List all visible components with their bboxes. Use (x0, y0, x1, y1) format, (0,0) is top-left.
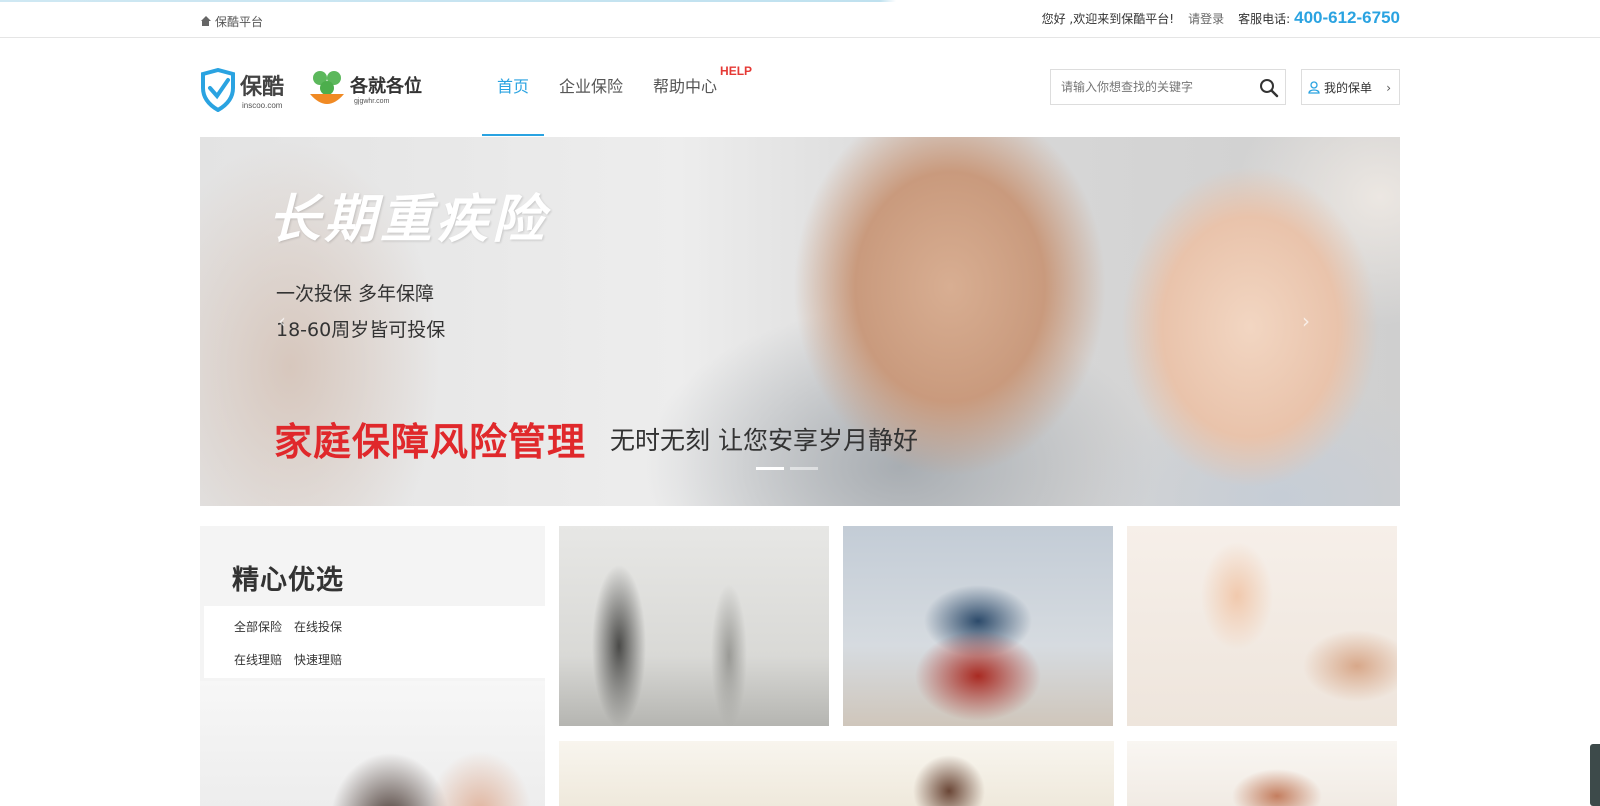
banner-title: 长期重疾险 (268, 189, 549, 250)
top-bar: 保酷平台 您好 ,欢迎来到保酷平台! 请登录 客服电话: 400-612-675… (0, 2, 1600, 38)
nav-home[interactable]: 首页 (482, 38, 545, 136)
search-box (1050, 69, 1286, 105)
my-policy-button[interactable]: 我的保单 › (1301, 69, 1400, 105)
temple-of-heaven-tile[interactable] (843, 526, 1113, 726)
father-baby-tile[interactable] (1127, 526, 1397, 726)
nav-home-label: 首页 (497, 77, 530, 96)
home-link[interactable]: 保酷平台 (200, 13, 263, 30)
inscoo-logo-text: 保酷 (239, 75, 284, 100)
inscoo-logo-domain: inscoo.com (242, 101, 283, 110)
nav-enterprise-insurance[interactable]: 企业保险 (544, 38, 638, 136)
hero-banner[interactable]: 长期重疾险 一次投保 多年保障 18-60周岁皆可投保 家庭保障风险管理 无时无… (200, 137, 1400, 506)
link-all-insurance[interactable]: 全部保险 (234, 618, 294, 645)
curated-picks-panel: 精心优选 全部保险 在线投保 在线理赔 快速理赔 (200, 526, 545, 806)
banner-dot-2[interactable] (790, 467, 818, 470)
banner-slogan: 无时无刻 让您安享岁月静好 (610, 426, 918, 455)
family-tile[interactable] (1127, 741, 1397, 806)
chevron-right-icon: › (1386, 81, 1391, 95)
link-online-purchase[interactable]: 在线投保 (294, 618, 354, 645)
banner-line-1: 一次投保 多年保障 (276, 283, 435, 305)
banner-line-2: 18-60周岁皆可投保 (276, 319, 446, 341)
nav-enterprise-label: 企业保险 (559, 77, 624, 96)
nav-help-center[interactable]: 帮助中心 HELP (638, 38, 752, 136)
statue-of-liberty-tile[interactable] (559, 526, 829, 726)
login-link[interactable]: 请登录 (1188, 10, 1224, 27)
couple-outdoor-tile[interactable] (559, 741, 1114, 806)
help-badge: HELP (720, 64, 753, 78)
gjgw-logo-domain: gjgwhr.com (354, 98, 390, 105)
couple-image[interactable] (200, 681, 545, 806)
banner-dot-1[interactable] (756, 467, 784, 470)
hotline-number: 400-612-6750 (1294, 8, 1400, 27)
home-link-label: 保酷平台 (215, 15, 264, 29)
picks-links: 全部保险 在线投保 在线理赔 快速理赔 (204, 606, 545, 678)
link-online-claims[interactable]: 在线理赔 (234, 651, 294, 678)
gjgw-logo[interactable]: 各就各位 gjgwhr.com (308, 66, 436, 112)
search-input[interactable] (1051, 70, 1241, 104)
welcome-text: 您好 ,欢迎来到保酷平台! (1041, 11, 1175, 26)
link-quick-claims[interactable]: 快速理赔 (294, 651, 354, 678)
side-floating-widget[interactable] (1590, 744, 1600, 806)
main-nav: 首页 企业保险 帮助中心 HELP (482, 38, 752, 136)
banner-prev-icon[interactable]: ‹ (278, 309, 286, 333)
banner-pagination (756, 467, 818, 470)
banner-red-text: 家庭保障风险管理 (274, 420, 587, 464)
banner-next-icon[interactable]: › (1302, 309, 1310, 333)
gjgw-logo-text: 各就各位 (349, 75, 422, 97)
user-icon (1308, 80, 1320, 94)
hotline-label: 客服电话: (1238, 11, 1291, 26)
my-policy-label: 我的保单 (1324, 80, 1373, 95)
home-icon (200, 16, 211, 27)
search-icon[interactable] (1259, 78, 1279, 98)
nav-help-label: 帮助中心 (653, 77, 718, 96)
picks-title: 精心优选 (232, 565, 344, 596)
top-bar-right: 您好 ,欢迎来到保酷平台! 请登录 客服电话: 400-612-6750 (1042, 8, 1400, 28)
header: 保酷 inscoo.com 各就各位 gjgwhr.com 首页 企业保险 帮助… (200, 38, 1400, 136)
inscoo-logo[interactable]: 保酷 inscoo.com (200, 68, 296, 112)
